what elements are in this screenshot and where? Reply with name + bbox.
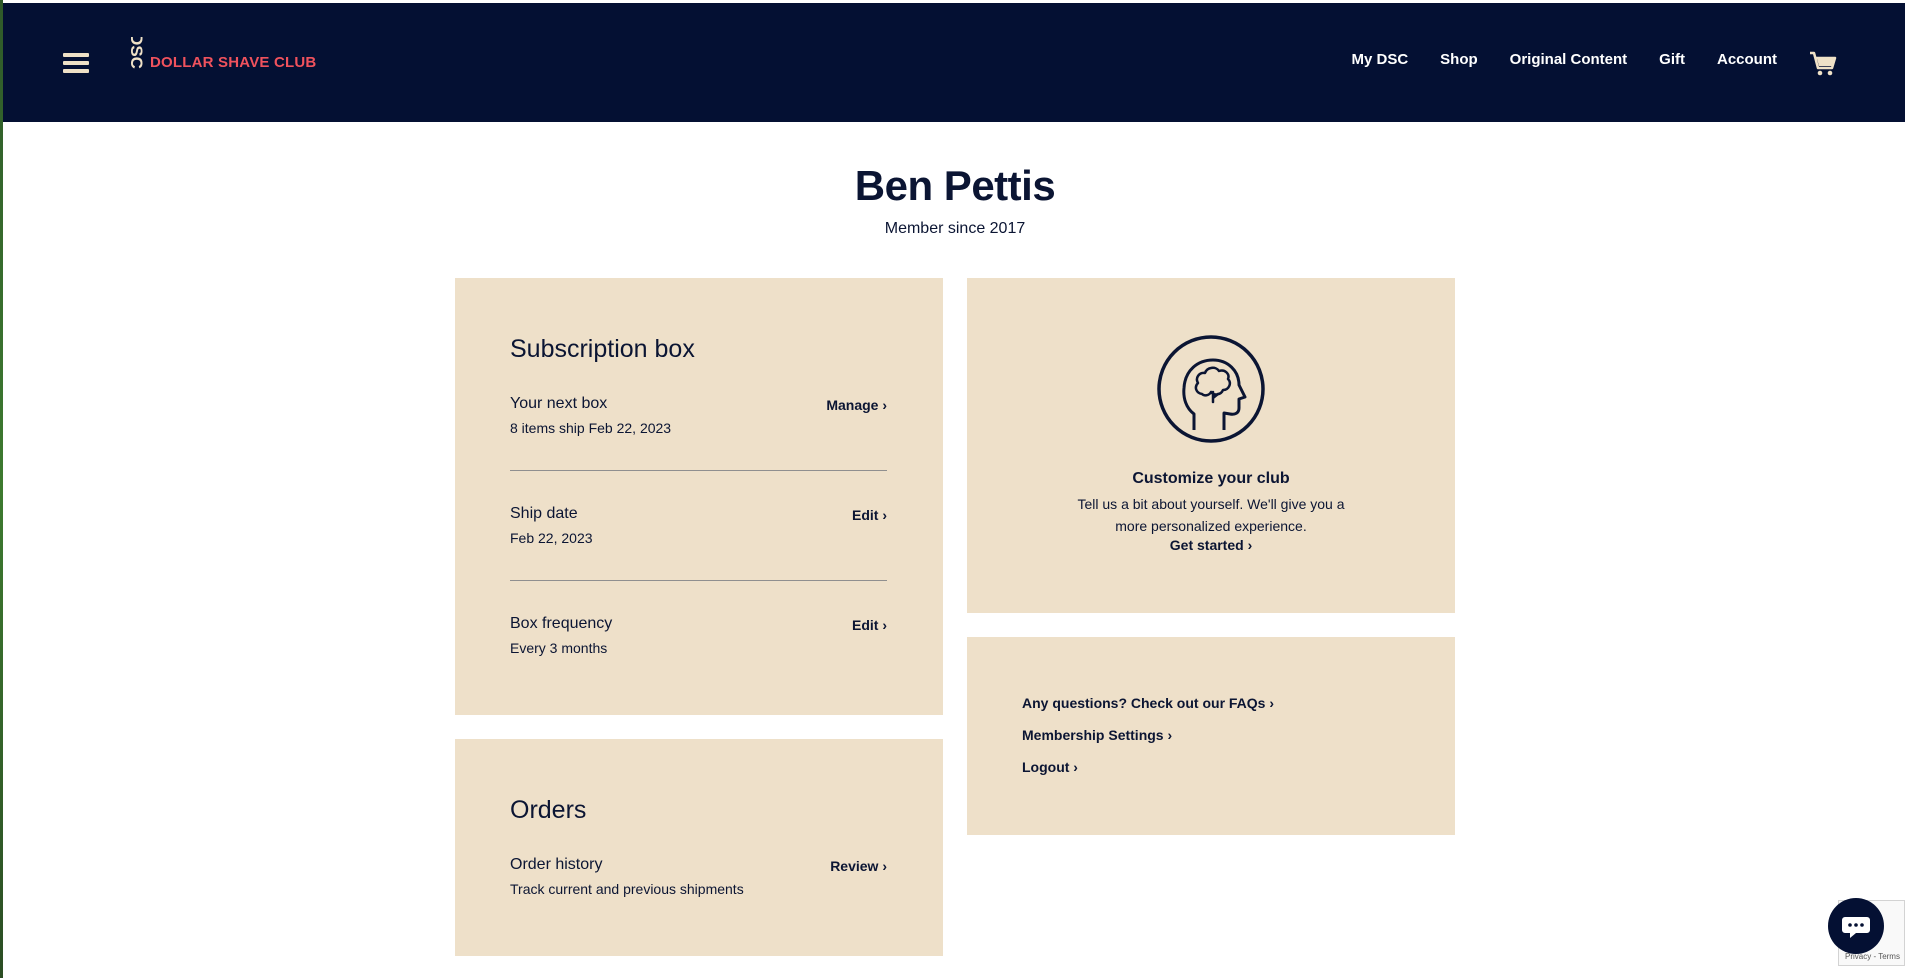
account-links-card: Any questions? Check out our FAQs › Memb… bbox=[967, 637, 1455, 835]
member-name: Ben Pettis bbox=[854, 162, 1056, 209]
customize-description: Tell us a bit about yourself. We'll give… bbox=[1077, 496, 1345, 534]
nav-my-dsc[interactable]: My DSC bbox=[1351, 51, 1408, 68]
divider bbox=[510, 470, 887, 471]
cart-icon[interactable] bbox=[1809, 51, 1837, 77]
get-started-link[interactable]: Get started › bbox=[967, 537, 1455, 553]
customize-title: Customize your club bbox=[1132, 470, 1290, 487]
review-orders-link[interactable]: Review › bbox=[830, 858, 887, 874]
top-navbar: DSC DOLLAR SHAVE CLUB My DSC Shop Origin… bbox=[3, 3, 1905, 122]
orders-title: Orders bbox=[510, 796, 587, 824]
next-box-row: Your next box 8 items ship Feb 22, 2023 … bbox=[510, 395, 887, 475]
nav-gift[interactable]: Gift bbox=[1659, 51, 1685, 68]
manage-link[interactable]: Manage › bbox=[826, 397, 887, 413]
divider bbox=[510, 580, 887, 581]
row-subtitle: Every 3 months bbox=[510, 640, 608, 656]
menu-icon[interactable] bbox=[63, 53, 89, 73]
member-since: Member since 2017 bbox=[884, 220, 1026, 237]
svg-text:DSC: DSC bbox=[127, 37, 145, 69]
logout-link[interactable]: Logout › bbox=[1022, 759, 1078, 775]
primary-nav: My DSC Shop Original Content Gift Accoun… bbox=[1351, 51, 1777, 68]
dsc-logo-icon[interactable]: DSC bbox=[117, 37, 145, 89]
subscription-title: Subscription box bbox=[510, 335, 695, 363]
nav-original-content[interactable]: Original Content bbox=[1510, 51, 1628, 68]
row-subtitle: Track current and previous shipments bbox=[510, 881, 744, 897]
window-edge bbox=[0, 0, 3, 978]
row-title: Ship date bbox=[510, 505, 578, 522]
row-title: Box frequency bbox=[510, 615, 613, 632]
faq-link[interactable]: Any questions? Check out our FAQs › bbox=[1022, 695, 1274, 711]
membership-settings-link[interactable]: Membership Settings › bbox=[1022, 727, 1172, 743]
brand-name[interactable]: DOLLAR SHAVE CLUB bbox=[150, 54, 316, 71]
ship-date-row: Ship date Feb 22, 2023 Edit › bbox=[510, 505, 887, 585]
head-brain-icon bbox=[1156, 334, 1266, 444]
orders-card: Orders Order history Track current and p… bbox=[455, 739, 943, 956]
edit-ship-date-link[interactable]: Edit › bbox=[852, 507, 887, 523]
subscription-card: Subscription box Your next box 8 items s… bbox=[455, 278, 943, 715]
customize-card: Customize your club Tell us a bit about … bbox=[967, 278, 1455, 613]
row-subtitle: Feb 22, 2023 bbox=[510, 530, 593, 546]
nav-shop[interactable]: Shop bbox=[1440, 51, 1478, 68]
order-history-row: Order history Track current and previous… bbox=[510, 856, 887, 936]
box-frequency-row: Box frequency Every 3 months Edit › bbox=[510, 615, 887, 695]
edit-frequency-link[interactable]: Edit › bbox=[852, 617, 887, 633]
chat-bubble-icon bbox=[1842, 917, 1870, 938]
nav-account[interactable]: Account bbox=[1717, 51, 1777, 68]
chat-button[interactable] bbox=[1828, 898, 1884, 954]
row-subtitle: 8 items ship Feb 22, 2023 bbox=[510, 420, 672, 436]
